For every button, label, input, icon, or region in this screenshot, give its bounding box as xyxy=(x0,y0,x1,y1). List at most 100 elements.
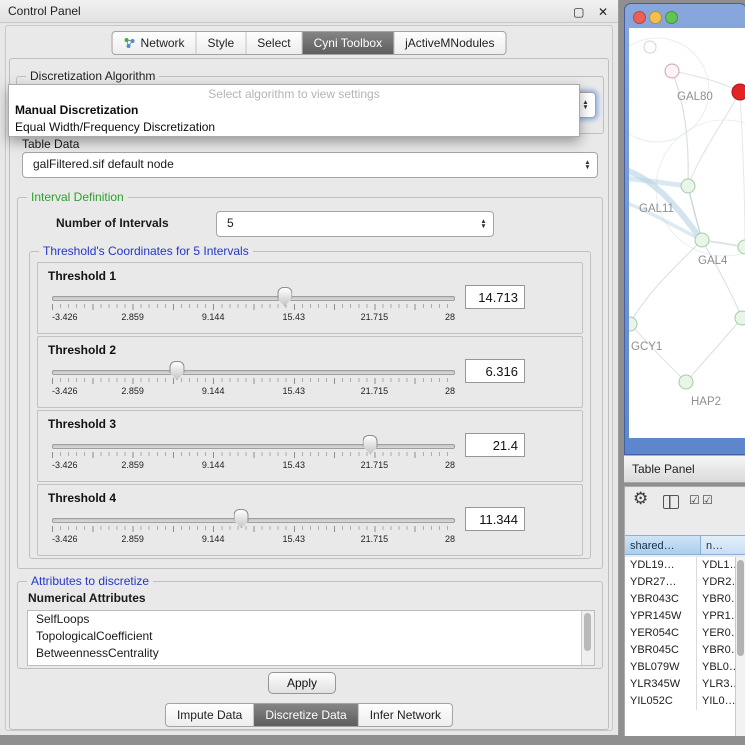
table-cell[interactable]: YPR1… xyxy=(696,608,736,625)
bottom-tab-bar: Impute Data Discretize Data Infer Networ… xyxy=(165,703,453,727)
column-selector-icon[interactable] xyxy=(663,495,679,509)
table-panel-window: ⚙ ☑ ☑ shared… n… YDL19…YDL1… YDR27…YDR2…… xyxy=(624,486,745,736)
column-header-name[interactable]: n… xyxy=(701,535,745,555)
network-node[interactable] xyxy=(665,64,679,78)
threshold-1-slider[interactable]: -3.4262.8599.14415.4321.71528 xyxy=(52,289,455,329)
slider-scale: -3.4262.8599.14415.4321.71528 xyxy=(52,312,455,324)
tab-label: Discretize Data xyxy=(265,708,346,722)
table-cell[interactable]: YBR0… xyxy=(696,642,736,659)
table-cell[interactable]: YBL079W xyxy=(625,659,696,676)
window-controls: ▢ ✕ xyxy=(564,3,608,21)
table-cell[interactable]: YBR045C xyxy=(625,642,696,659)
column-header-shared-name[interactable]: shared… xyxy=(625,535,701,555)
tab-label: Impute Data xyxy=(177,708,242,722)
tab-impute-data[interactable]: Impute Data xyxy=(166,704,253,726)
network-node[interactable] xyxy=(679,375,693,389)
table-cell[interactable]: YDR2… xyxy=(696,574,736,591)
list-item[interactable]: SelfLoops xyxy=(28,611,594,628)
scale-label: 9.144 xyxy=(202,386,225,396)
table-cell[interactable]: YLR345W xyxy=(625,676,696,693)
threshold-3-slider[interactable]: -3.4262.8599.14415.4321.71528 xyxy=(52,437,455,477)
node-label: GAL80 xyxy=(677,91,713,103)
apply-button[interactable]: Apply xyxy=(268,672,336,694)
close-traffic-light[interactable] xyxy=(633,11,646,24)
check-all-icon[interactable]: ☑ xyxy=(689,493,700,507)
list-item[interactable]: TopologicalCoefficient xyxy=(28,628,594,645)
scale-label: -3.426 xyxy=(52,460,78,470)
table-cell[interactable]: YDR27… xyxy=(625,574,696,591)
table-cell[interactable]: YDL19… xyxy=(625,557,696,574)
network-node[interactable] xyxy=(681,179,695,193)
table-row[interactable]: YDR27…YDR2… xyxy=(625,574,736,591)
network-node[interactable] xyxy=(629,317,637,331)
number-of-intervals-value: 5 xyxy=(227,212,234,235)
network-node[interactable] xyxy=(735,311,745,325)
settings-gear-icon[interactable]: ⚙ xyxy=(633,489,648,509)
close-window-icon[interactable]: ✕ xyxy=(598,5,608,19)
threshold-coordinates-title: Threshold's Coordinates for 5 Intervals xyxy=(39,244,253,258)
network-node[interactable] xyxy=(738,240,745,254)
threshold-2-value-input[interactable] xyxy=(465,359,525,383)
slider-scale: -3.4262.8599.14415.4321.71528 xyxy=(52,386,455,398)
table-cell[interactable]: YBR043C xyxy=(625,591,696,608)
table-data-select[interactable]: galFiltered.sif default node ▲▼ xyxy=(22,152,598,178)
scrollbar-thumb[interactable] xyxy=(584,613,591,651)
dropdown-option-equal-width[interactable]: Equal Width/Frequency Discretization xyxy=(9,119,579,136)
table-cell[interactable]: YLR3… xyxy=(696,676,736,693)
threshold-label: Threshold 4 xyxy=(48,491,116,505)
tab-infer-network[interactable]: Infer Network xyxy=(358,704,452,726)
network-canvas[interactable]: GAL80 GAL11 GAL4 GCY1 HAP2 xyxy=(629,28,745,438)
table-row[interactable]: YER054CYER0… xyxy=(625,625,736,642)
slider-track[interactable] xyxy=(52,296,455,301)
table-row[interactable]: YBR045CYBR0… xyxy=(625,642,736,659)
table-row[interactable]: YBL079WYBL0… xyxy=(625,659,736,676)
list-item[interactable]: BetweennessCentrality xyxy=(28,645,594,662)
attributes-list-scrollbar[interactable] xyxy=(581,611,594,665)
control-panel-titlebar: Control Panel ▢ ✕ xyxy=(0,0,618,23)
slider-track[interactable] xyxy=(52,370,455,375)
network-node[interactable] xyxy=(695,233,709,247)
table-cell[interactable]: YBR0… xyxy=(696,591,736,608)
tab-label: Cyni Toolbox xyxy=(314,36,382,50)
network-node-selected[interactable] xyxy=(732,84,745,100)
table-cell[interactable]: YER054C xyxy=(625,625,696,642)
table-row[interactable]: YPR145WYPR1… xyxy=(625,608,736,625)
table-cell[interactable]: YIL052C xyxy=(625,693,696,710)
table-cell[interactable]: YIL0… xyxy=(696,693,736,710)
table-cell[interactable]: YBL0… xyxy=(696,659,736,676)
threshold-1-value-input[interactable] xyxy=(465,285,525,309)
table-cell[interactable]: YPR145W xyxy=(625,608,696,625)
table-row[interactable]: YIL052CYIL0… xyxy=(625,693,736,710)
table-scrollbar[interactable] xyxy=(735,557,745,736)
threshold-2-slider[interactable]: -3.4262.8599.14415.4321.71528 xyxy=(52,363,455,403)
threshold-3-value-input[interactable] xyxy=(465,433,525,457)
slider-track[interactable] xyxy=(52,518,455,523)
minimize-traffic-light[interactable] xyxy=(649,11,662,24)
table-cell[interactable]: YER0… xyxy=(696,625,736,642)
scrollbar-thumb[interactable] xyxy=(737,560,744,656)
table-row[interactable]: YDL19…YDL1… xyxy=(625,557,736,574)
tab-style[interactable]: Style xyxy=(196,32,246,54)
dropdown-option-manual[interactable]: Manual Discretization xyxy=(9,102,579,119)
slider-track[interactable] xyxy=(52,444,455,449)
zoom-traffic-light[interactable] xyxy=(665,11,678,24)
table-row[interactable]: YLR345WYLR3… xyxy=(625,676,736,693)
check-visible-icon[interactable]: ☑ xyxy=(702,493,713,507)
tab-network[interactable]: Network xyxy=(113,32,196,54)
threshold-4-slider[interactable]: -3.4262.8599.14415.4321.71528 xyxy=(52,511,455,551)
network-node[interactable] xyxy=(644,41,656,53)
tab-jactivemodules[interactable]: jActiveMNodules xyxy=(393,32,505,54)
table-row[interactable]: YBR043CYBR0… xyxy=(625,591,736,608)
scale-label: 15.43 xyxy=(283,386,306,396)
tab-select[interactable]: Select xyxy=(245,32,301,54)
threshold-label: Threshold 3 xyxy=(48,417,116,431)
dropdown-hint: Select algorithm to view settings xyxy=(9,85,579,102)
float-window-icon[interactable]: ▢ xyxy=(573,5,584,19)
tab-label: Network xyxy=(141,36,185,50)
number-of-intervals-select[interactable]: 5 ▲▼ xyxy=(216,211,494,237)
tab-discretize-data[interactable]: Discretize Data xyxy=(253,704,357,726)
tab-cyni-toolbox[interactable]: Cyni Toolbox xyxy=(302,32,393,54)
table-cell[interactable]: YDL1… xyxy=(696,557,736,574)
algorithm-group-title: Discretization Algorithm xyxy=(26,69,159,83)
threshold-4-value-input[interactable] xyxy=(465,507,525,531)
